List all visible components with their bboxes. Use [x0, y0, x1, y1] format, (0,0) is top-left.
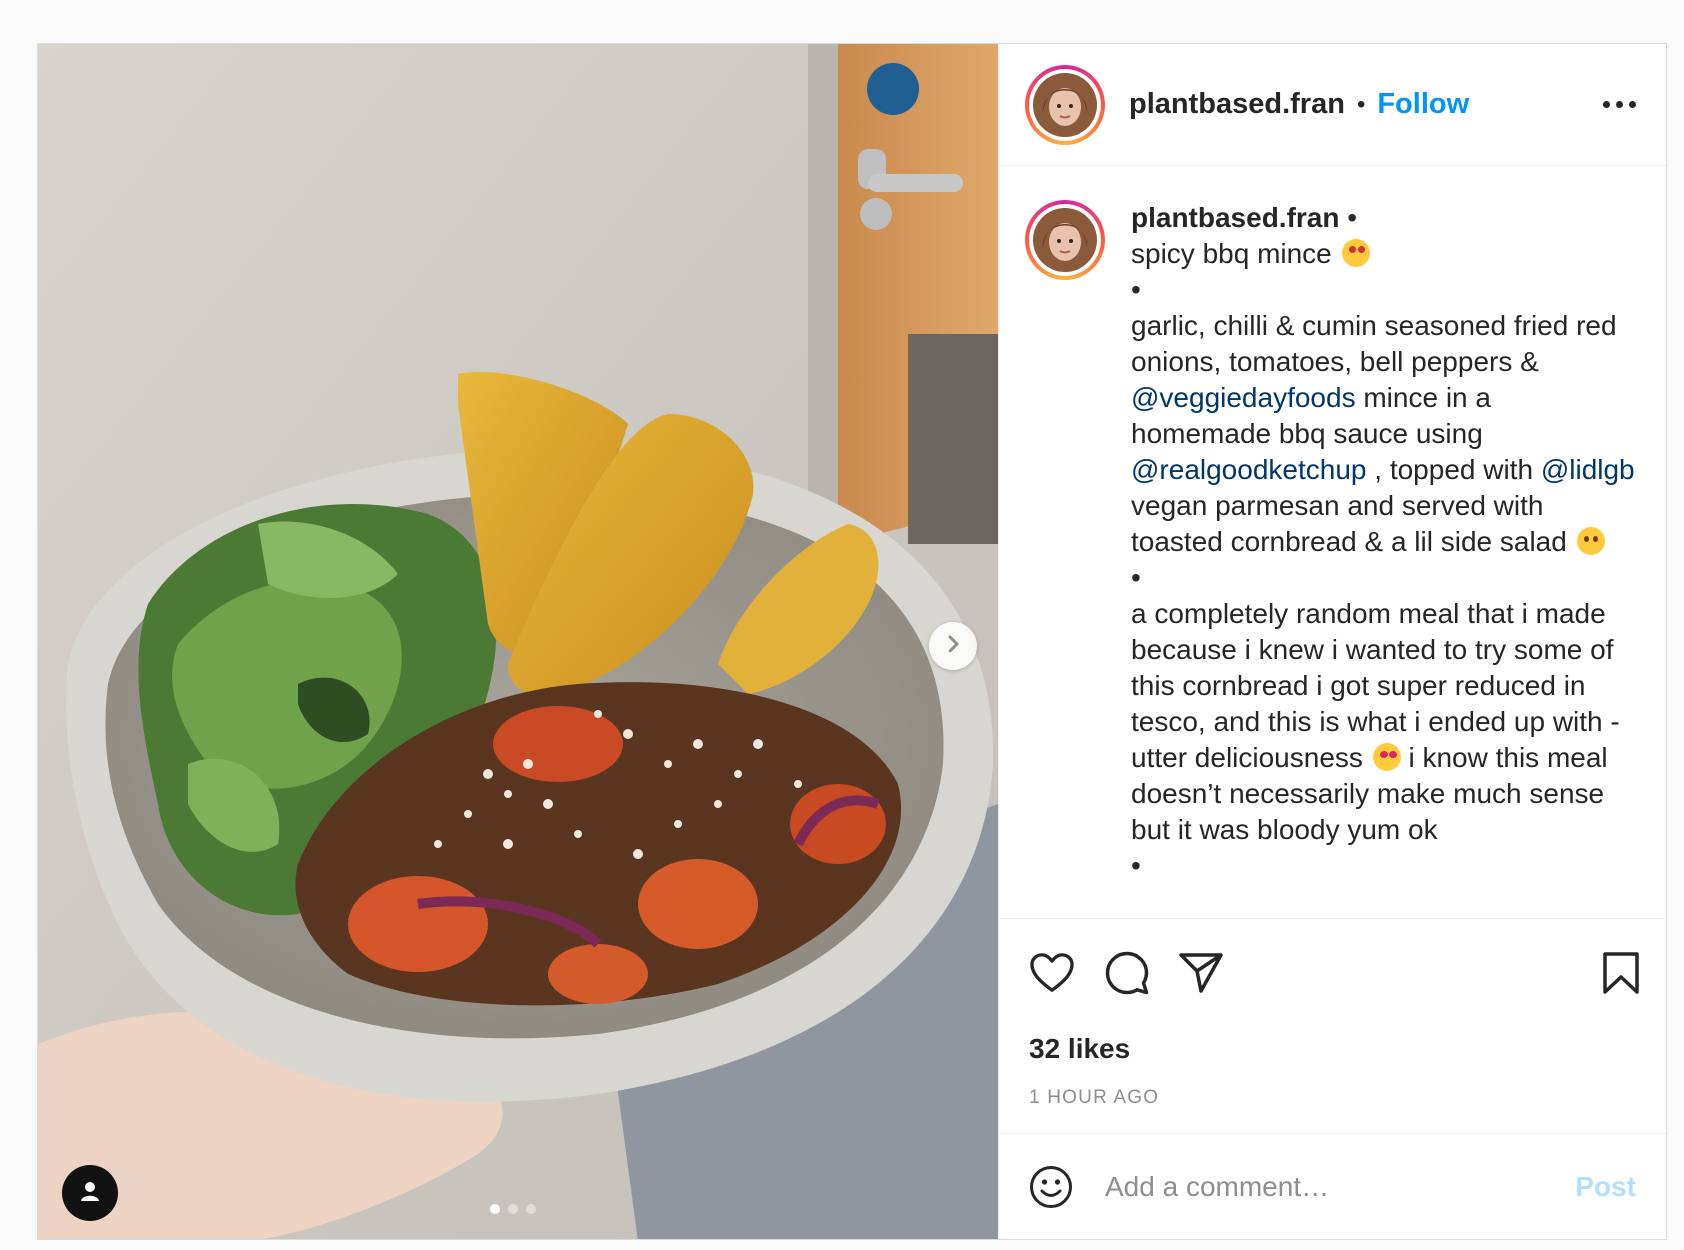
mention-lidlgb[interactable]: @lidlgb [1541, 454, 1635, 485]
avatar[interactable] [1025, 64, 1105, 145]
heart-eyes-emoji-icon [1372, 743, 1401, 771]
carousel-dot [508, 1204, 518, 1214]
caption-username[interactable]: plantbased.fran [1131, 202, 1339, 233]
caption-title: spicy bbq mince [1131, 238, 1332, 269]
mention-veggiedayfoods[interactable]: @veggiedayfoods [1131, 382, 1356, 413]
likes-count[interactable]: 32 likes [999, 1027, 1666, 1071]
mention-realgoodketchup[interactable]: @realgoodketchup [1131, 454, 1366, 485]
comment-input[interactable] [1103, 1169, 1576, 1204]
caption-bullet: • [1131, 850, 1141, 881]
bookmark-icon[interactable] [1602, 951, 1640, 995]
caption-avatar[interactable] [1025, 200, 1105, 280]
carousel-next-button[interactable] [929, 622, 977, 670]
comment-bubble-icon[interactable] [1105, 951, 1149, 995]
post-dialog: plantbased.fran • Follow plantbased.fran… [37, 43, 1667, 1240]
tagged-users-button[interactable] [62, 1165, 118, 1221]
yum-emoji-icon [1576, 527, 1605, 555]
caption-bullet: • [1131, 274, 1141, 305]
comment-form: Post [999, 1134, 1666, 1239]
user-tag-icon [78, 1179, 102, 1208]
caption-paragraph-2: a completely random meal that i made bec… [1131, 598, 1620, 845]
profile-photo [1033, 72, 1097, 137]
follow-button[interactable]: Follow [1377, 88, 1469, 121]
post-media[interactable] [38, 44, 998, 1239]
header-username[interactable]: plantbased.fran [1129, 88, 1345, 121]
star-struck-emoji-icon [1341, 239, 1370, 267]
post-timestamp[interactable]: 1 HOUR AGO [999, 1071, 1666, 1134]
caption-bullet: • [1131, 562, 1141, 593]
separator-dot: • [1356, 90, 1366, 118]
carousel-indicator [490, 1204, 536, 1214]
carousel-dot [490, 1204, 500, 1214]
caption-text: plantbased.fran • spicy bbq mince • garl… [1131, 200, 1638, 918]
separator-dot: • [1347, 202, 1358, 233]
post-comment-button[interactable]: Post [1575, 1171, 1636, 1203]
food-photo [38, 44, 998, 1239]
carousel-dot [526, 1204, 536, 1214]
action-bar [999, 919, 1666, 1027]
post-header: plantbased.fran • Follow [999, 44, 1666, 166]
post-sidebar: plantbased.fran • Follow plantbased.fran… [998, 44, 1666, 1239]
caption-section[interactable]: plantbased.fran • spicy bbq mince • garl… [999, 166, 1666, 919]
profile-photo [1033, 208, 1097, 272]
paper-plane-icon[interactable] [1179, 952, 1223, 994]
chevron-right-icon [943, 634, 963, 659]
caption-paragraph-1: garlic, chilli & cumin seasoned fried re… [1131, 310, 1635, 557]
more-dots-icon[interactable] [1603, 91, 1636, 118]
heart-icon[interactable] [1029, 952, 1075, 994]
smiley-icon[interactable] [1029, 1165, 1073, 1209]
